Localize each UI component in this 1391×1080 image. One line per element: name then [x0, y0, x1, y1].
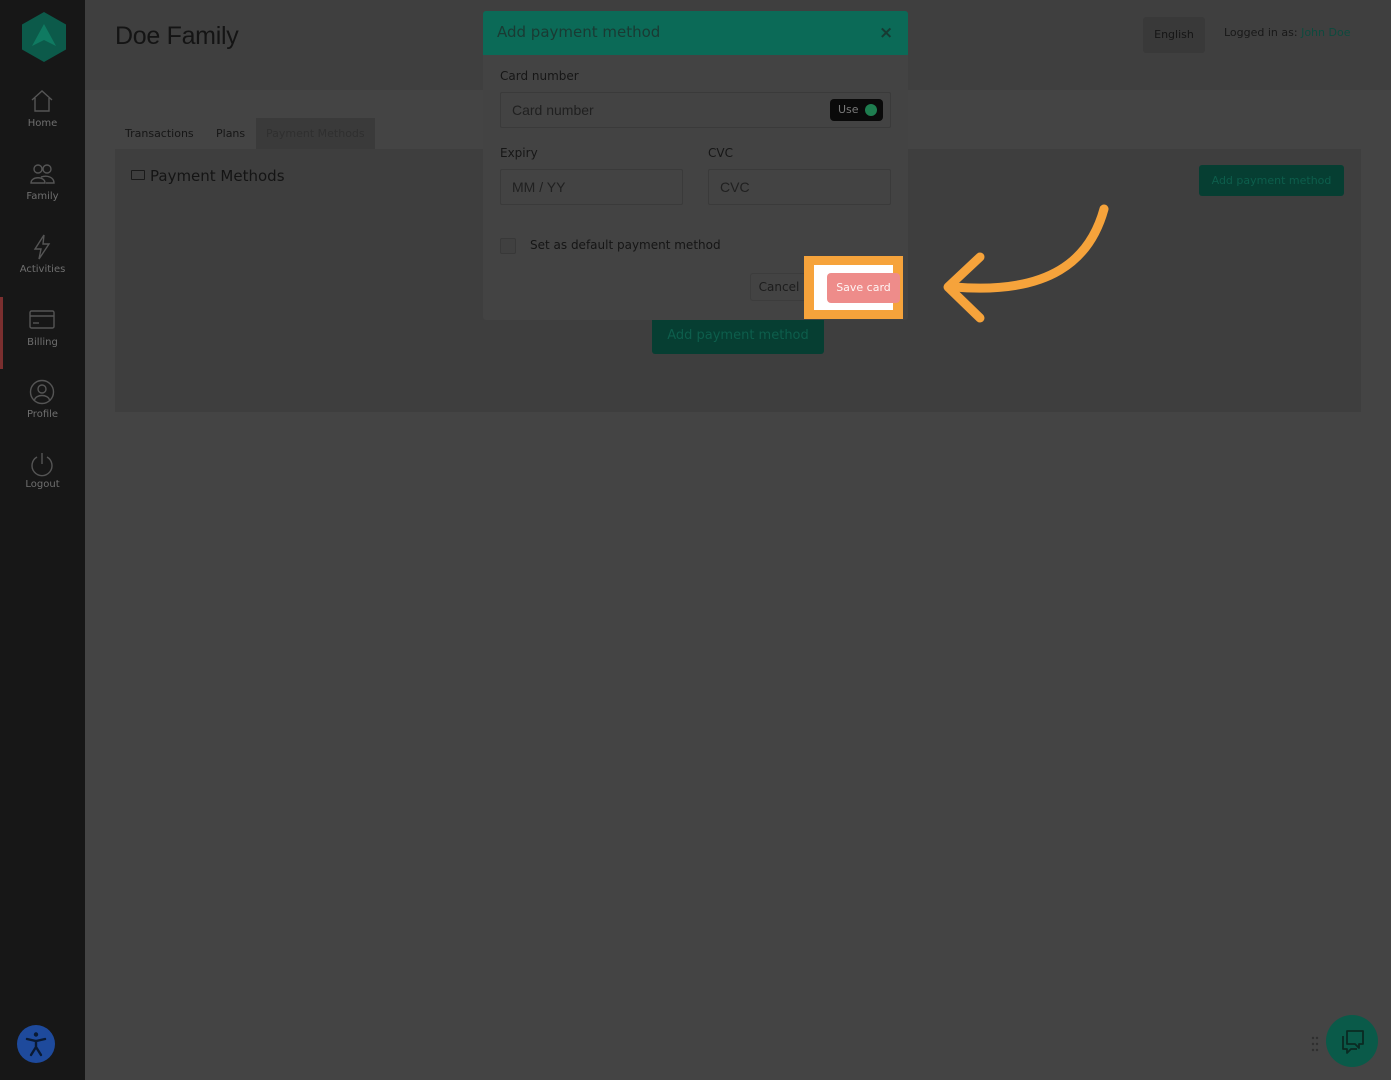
accessibility-icon	[25, 1032, 47, 1057]
tab-plans[interactable]: Plans	[206, 118, 255, 149]
default-payment-checkbox-label: Set as default payment method	[530, 238, 721, 252]
tab-transactions[interactable]: Transactions	[115, 118, 204, 149]
expiry-label: Expiry	[500, 146, 538, 160]
sidebar-item-label: Activities	[19, 264, 66, 275]
sidebar-item-logout[interactable]: Logout	[0, 452, 85, 522]
tab-payment-methods[interactable]: Payment Methods	[256, 118, 375, 149]
sidebar-item-activities[interactable]: Activities	[0, 234, 85, 304]
panel-title-text: Payment Methods	[150, 167, 285, 185]
close-icon[interactable]: ×	[879, 24, 893, 42]
chat-icon	[1342, 1030, 1364, 1054]
sidebar-item-family[interactable]: Family	[0, 161, 85, 231]
family-icon	[30, 164, 55, 184]
sidebar-item-label: Profile	[26, 409, 59, 420]
save-card-button[interactable]: Save card	[827, 273, 900, 303]
credit-card-icon	[131, 170, 145, 180]
use-button-label: Use	[838, 103, 859, 116]
default-payment-checkbox[interactable]	[500, 238, 516, 254]
sidebar: Home Family Activities Billing Profile L…	[0, 0, 85, 1080]
logged-in-info: Logged in as: John Doe	[1224, 26, 1350, 39]
sidebar-item-profile[interactable]: Profile	[0, 379, 85, 449]
user-icon	[29, 379, 55, 405]
cvc-label: CVC	[708, 146, 733, 160]
add-payment-method-center-button[interactable]: Add payment method	[652, 317, 824, 354]
panel-title: Payment Methods	[131, 167, 285, 185]
drag-handle-icon[interactable]	[1311, 1036, 1319, 1052]
logged-in-prefix: Logged in as:	[1224, 26, 1302, 39]
add-payment-method-button[interactable]: Add payment method	[1199, 165, 1344, 196]
chat-button[interactable]	[1326, 1015, 1378, 1067]
expiry-input[interactable]: MM / YY	[500, 169, 683, 205]
curved-arrow-icon	[943, 204, 1109, 323]
app-logo-icon[interactable]	[22, 12, 66, 62]
page-title: Doe Family	[115, 22, 239, 50]
accessibility-button[interactable]	[17, 1025, 55, 1063]
arrow-right-circle-icon	[865, 104, 877, 116]
card-number-label: Card number	[500, 69, 579, 83]
user-name-link[interactable]: John Doe	[1301, 26, 1350, 39]
sidebar-item-label: Home	[27, 118, 58, 129]
sidebar-item-label: Logout	[25, 479, 60, 490]
modal-header: Add payment method ×	[483, 11, 908, 55]
save-button-highlight: Save card	[804, 256, 903, 319]
modal-title: Add payment method	[497, 23, 661, 41]
credit-card-icon	[29, 310, 55, 329]
cvc-input[interactable]: CVC	[708, 169, 891, 205]
home-icon	[31, 90, 53, 112]
sidebar-item-billing[interactable]: Billing	[0, 297, 85, 377]
sidebar-item-label: Family	[26, 191, 59, 202]
use-saved-card-button[interactable]: Use	[830, 99, 883, 121]
cancel-button[interactable]: Cancel	[750, 273, 808, 301]
sidebar-item-label: Billing	[27, 337, 58, 348]
sidebar-item-home[interactable]: Home	[0, 88, 85, 158]
lightning-icon	[33, 234, 51, 260]
language-selector[interactable]: English	[1143, 17, 1205, 53]
power-icon	[31, 453, 53, 477]
save-button-highlight-inner: Save card	[814, 265, 900, 310]
